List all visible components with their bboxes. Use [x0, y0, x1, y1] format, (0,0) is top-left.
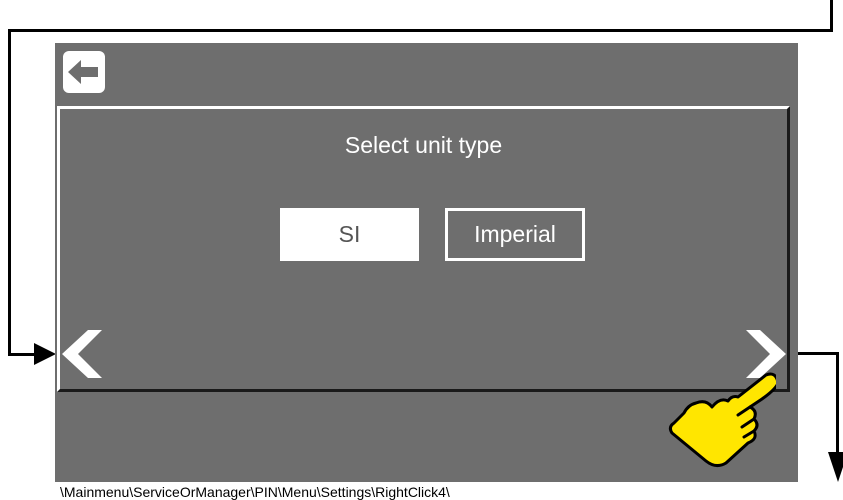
flow-line-top-right	[830, 0, 833, 31]
arrow-left-icon	[68, 60, 98, 84]
flow-line-right-down	[836, 352, 839, 457]
si-option-button[interactable]: SI	[280, 208, 419, 261]
panel-title: Select unit type	[344, 132, 503, 158]
imperial-option-button[interactable]: Imperial	[445, 208, 585, 261]
flow-line-top	[8, 29, 833, 32]
pointing-hand-icon	[668, 372, 776, 468]
flow-arrow-down-icon	[828, 452, 843, 482]
menu-path-caption: \Mainmenu\ServiceOrManager\PIN\Menu\Sett…	[60, 484, 450, 500]
chevron-left-icon[interactable]	[62, 330, 106, 378]
device-screen: Select unit type SI Imperial	[55, 43, 798, 482]
flow-line-right	[798, 352, 839, 355]
unit-type-panel: Select unit type SI Imperial	[57, 106, 790, 392]
flow-arrow-right-icon	[34, 343, 56, 365]
flow-line-left	[8, 29, 11, 356]
back-button[interactable]	[63, 51, 105, 93]
